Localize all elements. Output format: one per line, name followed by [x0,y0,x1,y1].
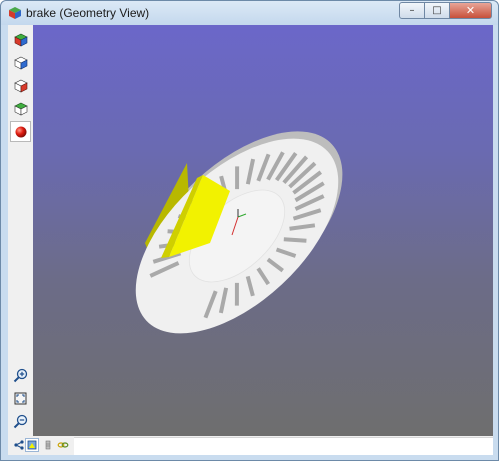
client-area [8,25,493,455]
iso-view-button[interactable] [10,29,31,50]
zoom-in-icon [13,368,28,383]
brake-model[interactable] [33,25,493,436]
list-icon [45,440,51,450]
view-toolbar [8,25,33,436]
zoom-fit-button[interactable] [10,388,31,409]
share-icon [14,440,24,450]
link-icon [57,442,69,448]
window-controls: – □ ✕ [399,2,492,20]
title-bar[interactable]: brake (Geometry View) – □ ✕ [1,1,498,25]
shading-sphere-icon [15,126,26,137]
link-button[interactable] [56,438,70,452]
window-title: brake (Geometry View) [26,6,150,20]
view-mode-button[interactable] [25,438,39,452]
iso-view-cube-icon [13,33,28,46]
geometry-viewport[interactable] [33,25,493,436]
close-icon: ✕ [465,4,476,17]
maximize-button[interactable]: □ [424,2,450,19]
maximize-icon: □ [432,5,442,16]
zoom-in-button[interactable] [10,365,31,386]
front-view-button[interactable] [10,52,31,73]
zoom-out-button[interactable] [10,411,31,432]
zoom-fit-icon [14,392,27,405]
top-view-button[interactable] [10,98,31,119]
list-button[interactable] [41,438,55,452]
geometry-view-window: brake (Geometry View) – □ ✕ [0,0,499,461]
cooling-slot [283,237,307,243]
shading-button[interactable] [10,121,31,142]
share-button[interactable] [12,438,26,452]
side-view-cube-icon [13,79,28,92]
zoom-out-icon [13,414,28,429]
bottom-toolbar [8,436,493,455]
front-view-cube-icon [13,56,28,69]
status-field[interactable] [74,437,493,455]
view-mode-icon [27,440,37,450]
brake-disc [135,138,339,334]
close-button[interactable]: ✕ [449,2,492,19]
minimize-button[interactable]: – [399,2,425,19]
app-cube-icon [9,7,21,19]
top-view-cube-icon [13,102,28,115]
minimize-icon: – [409,5,415,16]
side-view-button[interactable] [10,75,31,96]
